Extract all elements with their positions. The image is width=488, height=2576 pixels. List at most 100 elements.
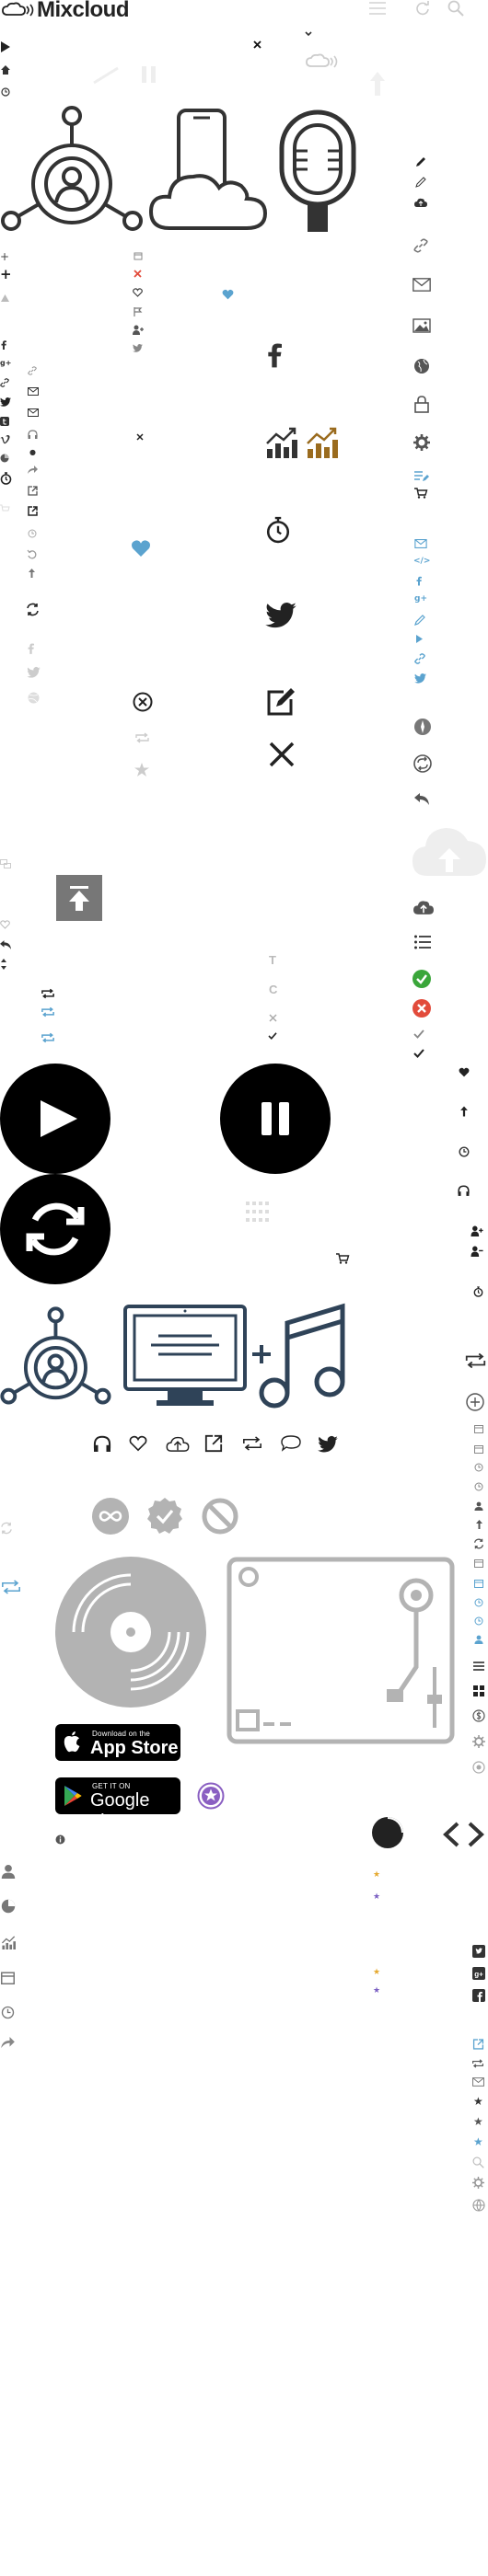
gear-small-icon[interactable] (472, 1735, 485, 1748)
link-blue-icon[interactable] (414, 653, 425, 664)
add-circle-icon[interactable] (466, 1393, 484, 1411)
close-circle-icon[interactable] (133, 692, 153, 712)
upload-list-icon[interactable] (475, 1520, 483, 1529)
grid-icon[interactable] (473, 1685, 484, 1696)
repost-grey-icon[interactable] (134, 732, 150, 743)
link-grey-icon[interactable] (28, 366, 37, 375)
menu-icon[interactable] (369, 2, 386, 15)
play-button-large[interactable] (0, 1064, 110, 1174)
close-red-icon[interactable] (134, 270, 142, 278)
upload-tiny-icon[interactable] (28, 569, 36, 578)
googleplus-small-icon[interactable]: g+ (0, 360, 11, 367)
repost-blue-small-2-icon[interactable] (41, 1032, 55, 1043)
compass-icon[interactable] (413, 718, 432, 736)
image-icon[interactable] (412, 318, 431, 333)
googleplus-blue-icon[interactable]: g+ (414, 595, 427, 604)
star-grey-icon[interactable] (134, 763, 149, 776)
repost-tiny-icon[interactable] (471, 2059, 484, 2068)
share-arrow-icon[interactable] (28, 466, 38, 474)
headphones-icon[interactable] (458, 1185, 470, 1196)
heart-outline-icon[interactable] (133, 288, 143, 297)
pause-button-large[interactable] (220, 1064, 331, 1174)
cart-small-icon[interactable] (336, 1253, 350, 1264)
facebook-square-icon[interactable] (472, 1989, 485, 2002)
googleplay-badge[interactable]: GET IT ON Google play (55, 1777, 180, 1832)
sort-arrows-icon[interactable] (1, 959, 6, 970)
twitter-action-icon[interactable] (318, 1435, 338, 1453)
sync-icon[interactable] (26, 603, 40, 616)
googleplus-square-icon[interactable]: g+ (472, 1967, 485, 1980)
mail-grey-icon[interactable] (472, 2077, 484, 2087)
facebook-small-icon[interactable] (1, 340, 6, 350)
facebook-grey-icon[interactable] (28, 643, 34, 654)
menu-list-icon[interactable] (473, 1662, 484, 1671)
list-icon[interactable] (414, 935, 431, 949)
close-icon[interactable] (253, 40, 261, 49)
heart-blue-icon[interactable] (222, 289, 234, 300)
sync-list-icon[interactable] (473, 1538, 484, 1549)
add-user-icon[interactable] (133, 325, 144, 335)
share-grey-icon[interactable] (1, 2037, 15, 2048)
reply-small-icon[interactable] (0, 940, 11, 949)
refresh-icon[interactable] (415, 1, 430, 16)
headphones-action-icon[interactable] (93, 1435, 111, 1452)
chevron-left-icon[interactable] (442, 1822, 460, 1847)
play-icon[interactable] (1, 41, 10, 52)
repost-small-icon[interactable] (41, 988, 55, 999)
tumblr-small-icon[interactable] (0, 417, 9, 426)
close-large-icon[interactable] (269, 742, 295, 767)
upload-small-icon[interactable] (459, 1106, 469, 1117)
cloud-upload-action-icon[interactable] (166, 1435, 190, 1452)
plus-small-icon[interactable]: + (0, 251, 9, 262)
appstore-badge[interactable]: Download on the App Store (55, 1724, 180, 1761)
gear-grey-icon[interactable] (472, 2177, 484, 2189)
mail-outline-icon[interactable] (28, 387, 39, 396)
twitter-blue-icon[interactable] (414, 673, 426, 684)
flag-icon[interactable] (134, 307, 143, 316)
mail-icon[interactable] (412, 278, 431, 292)
add-user-dark-icon[interactable] (471, 1225, 483, 1236)
globe-icon[interactable] (413, 358, 430, 374)
reply-icon[interactable] (414, 793, 429, 805)
repost-blue-small-icon[interactable] (41, 1006, 55, 1018)
list-edit-blue-icon[interactable] (414, 471, 429, 482)
sync-button-large[interactable] (0, 1174, 110, 1284)
cloud-upload-small-icon[interactable] (414, 198, 427, 207)
twitter-small-grey-icon[interactable] (133, 343, 143, 352)
repost-blue-icon[interactable] (0, 1579, 22, 1595)
heart-action-icon[interactable] (129, 1435, 147, 1452)
lock-icon[interactable] (414, 396, 429, 413)
twitter-square-icon[interactable] (472, 1945, 485, 1958)
share-blue-icon[interactable] (472, 2039, 484, 2050)
repeat-circle-icon[interactable] (413, 754, 432, 773)
upload-box-icon[interactable] (56, 875, 102, 921)
close-small-icon[interactable] (136, 433, 144, 441)
facebook-blue-icon[interactable] (416, 576, 422, 586)
pen-outline-icon[interactable] (415, 177, 426, 188)
pen-blue-icon[interactable] (414, 615, 425, 626)
close-grey-small-icon[interactable] (269, 1014, 277, 1022)
embed-blue-icon[interactable]: </> (413, 558, 430, 566)
vimeo-small-icon[interactable] (0, 434, 10, 444)
mail-outline-2-icon[interactable] (28, 408, 39, 417)
link-icon[interactable] (413, 238, 428, 253)
facebook-large-icon[interactable] (267, 340, 282, 370)
blocked-icon[interactable] (202, 1498, 238, 1535)
comment-action-icon[interactable] (281, 1435, 301, 1452)
globe-grey-icon[interactable] (472, 2199, 485, 2212)
repost-action-icon[interactable] (241, 1435, 263, 1452)
cart-icon[interactable] (414, 488, 428, 499)
heart-blue-large-icon[interactable] (131, 539, 151, 558)
mail-blue-icon[interactable] (414, 539, 427, 548)
mixcloud-logo-icon[interactable] (0, 1, 37, 19)
share-action-icon[interactable] (204, 1434, 223, 1453)
twitter-grey-icon[interactable] (27, 666, 41, 678)
twitter-large-icon[interactable] (265, 602, 296, 628)
share-out-icon[interactable] (28, 486, 38, 496)
heart-small-icon[interactable] (459, 1067, 470, 1077)
remove-user-icon[interactable] (471, 1246, 483, 1257)
twitter-small-icon[interactable] (0, 397, 11, 407)
repost-large-icon[interactable] (463, 1352, 488, 1369)
cloud-upload-icon[interactable] (413, 900, 434, 914)
share-out-2-icon[interactable] (28, 506, 38, 516)
